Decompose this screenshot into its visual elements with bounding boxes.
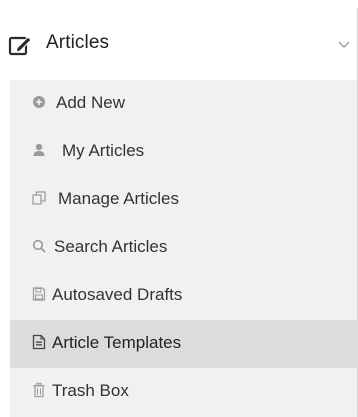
save-icon	[32, 287, 46, 301]
menu-item-label: Article Templates	[52, 333, 182, 352]
user-icon	[33, 143, 45, 156]
menu-item-add-new[interactable]: Add New	[10, 80, 358, 128]
file-text-icon	[32, 334, 46, 350]
search-icon	[32, 239, 46, 253]
menu-item-label: Autosaved Drafts	[52, 285, 183, 304]
menu-item-autosaved-drafts[interactable]: Autosaved Drafts	[10, 272, 358, 320]
articles-menu-header[interactable]: Articles	[0, 8, 358, 80]
copy-icon	[32, 191, 46, 205]
menu-item-label: Trash Box	[52, 381, 129, 400]
chevron-down-icon[interactable]	[338, 41, 350, 49]
menu-item-label: Search Articles	[54, 237, 168, 256]
plus-circle-icon	[33, 96, 45, 108]
menu-item-label: Manage Articles	[58, 189, 179, 208]
articles-submenu: Add New My Articles Manage Articles Sear…	[10, 80, 358, 417]
menu-item-label: Add New	[56, 93, 125, 112]
menu-item-manage-articles[interactable]: Manage Articles	[10, 176, 358, 224]
menu-item-trash-box[interactable]: Trash Box	[10, 368, 358, 416]
menu-item-search-articles[interactable]: Search Articles	[10, 224, 358, 272]
menu-item-my-articles[interactable]: My Articles	[10, 128, 358, 176]
articles-menu-panel: Articles Add New My Articles Manage Arti…	[0, 0, 358, 417]
edit-icon	[8, 36, 32, 56]
menu-item-article-templates[interactable]: Article Templates	[10, 320, 358, 368]
menu-item-label: My Articles	[62, 141, 145, 160]
trash-icon	[33, 382, 45, 398]
articles-menu-title: Articles	[46, 32, 110, 53]
